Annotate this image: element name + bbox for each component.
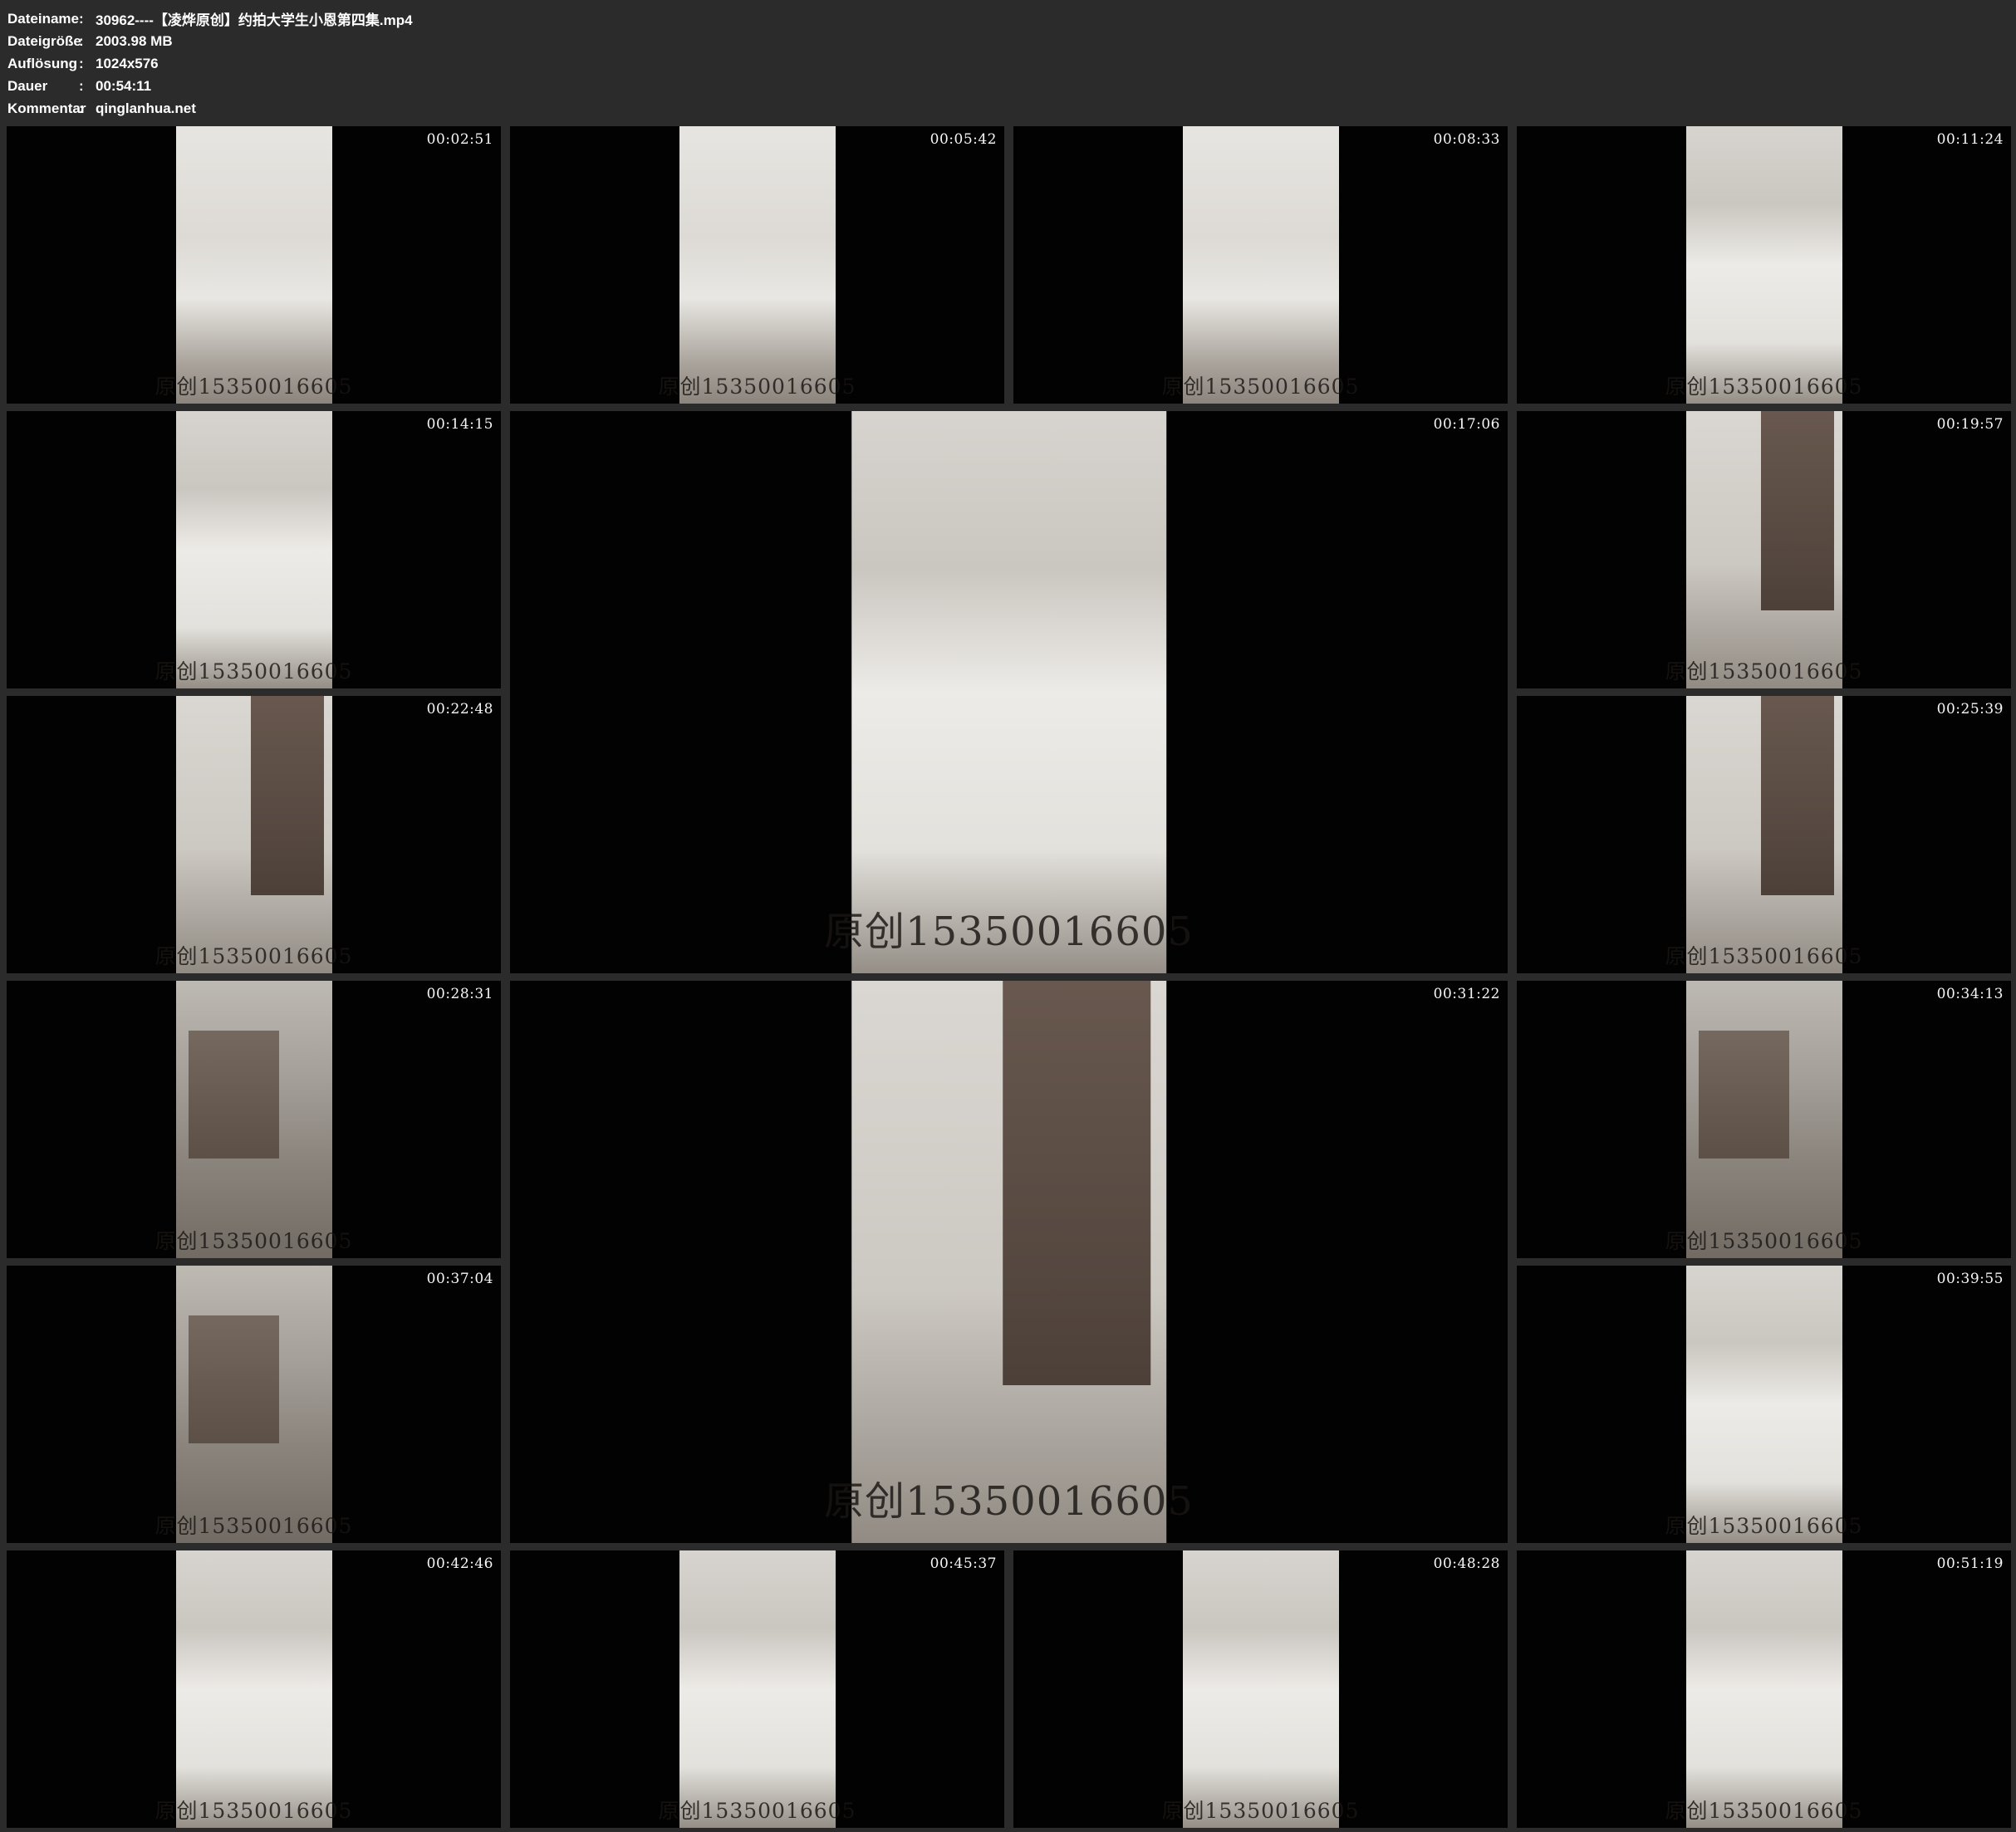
watermark-text: 原创15350016605 (1665, 1225, 1863, 1255)
video-frame-placeholder: 原创15350016605 (1685, 126, 1842, 404)
duration-label: Dauer (7, 78, 79, 95)
separator: : (79, 33, 96, 50)
video-thumbnail: 原创15350016605 00:42:46 (7, 1550, 501, 1828)
thumbnail-timestamp: 00:48:28 (1434, 1555, 1500, 1572)
video-frame-placeholder: 原创15350016605 (1685, 411, 1842, 688)
video-thumbnail: 原创15350016605 00:22:48 (7, 696, 501, 973)
watermark-text: 原创15350016605 (155, 1510, 353, 1540)
video-thumbnail: 原创15350016605 00:39:55 (1517, 1266, 2011, 1543)
file-info-row: Dateiname : 30962----【凌烨原创】约拍大学生小恩第四集.mp… (7, 7, 2016, 30)
video-frame-placeholder: 原创15350016605 (1685, 1266, 1842, 1543)
video-frame-placeholder: 原创15350016605 (1685, 696, 1842, 973)
video-thumbnail: 原创15350016605 00:37:04 (7, 1266, 501, 1543)
watermark-text: 原创15350016605 (659, 1795, 856, 1825)
video-thumbnail: 原创15350016605 00:14:15 (7, 411, 501, 688)
separator: : (79, 100, 96, 117)
video-frame-placeholder: 原创15350016605 (851, 411, 1167, 973)
file-size-value: 2003.98 MB (96, 33, 173, 50)
file-name-value: 30962----【凌烨原创】约拍大学生小恩第四集.mp4 (96, 8, 413, 29)
thumbnail-timestamp: 00:05:42 (930, 131, 997, 148)
watermark-text: 原创15350016605 (1162, 370, 1360, 400)
file-info-row: Auflösung : 1024x576 (7, 52, 2016, 75)
separator: : (79, 56, 96, 72)
video-frame-placeholder: 原创15350016605 (175, 696, 331, 973)
video-thumbnail: 原创15350016605 00:05:42 (510, 126, 1004, 404)
video-frame-placeholder: 原创15350016605 (679, 126, 835, 404)
video-frame-placeholder: 原创15350016605 (1182, 126, 1338, 404)
resolution-label: Auflösung (7, 56, 79, 72)
watermark-text: 原创15350016605 (155, 1225, 353, 1255)
watermark-text: 原创15350016605 (1665, 655, 1863, 685)
watermark-text: 原创15350016605 (1665, 940, 1863, 970)
thumbnail-grid: 原创15350016605 00:02:51 原创15350016605 00:… (7, 126, 2011, 1828)
thumbnail-timestamp: 00:11:24 (1937, 131, 2004, 148)
watermark-text: 原创15350016605 (659, 370, 856, 400)
video-thumbnail: 原创15350016605 00:08:33 (1013, 126, 1508, 404)
watermark-text: 原创15350016605 (1665, 370, 1863, 400)
file-info-row: Dauer : 00:54:11 (7, 75, 2016, 97)
separator: : (79, 11, 96, 27)
video-frame-placeholder: 原创15350016605 (175, 411, 331, 688)
video-frame-placeholder: 原创15350016605 (175, 1550, 331, 1828)
file-info-row: Dateigröße : 2003.98 MB (7, 30, 2016, 52)
video-frame-placeholder: 原创15350016605 (175, 1266, 331, 1543)
thumbnail-timestamp: 00:22:48 (427, 701, 493, 718)
watermark-text: 原创15350016605 (155, 655, 353, 685)
thumbnail-timestamp: 00:45:37 (930, 1555, 997, 1572)
thumbnail-timestamp: 00:25:39 (1937, 701, 2004, 718)
thumbnail-timestamp: 00:17:06 (1434, 416, 1500, 433)
thumbnail-timestamp: 00:08:33 (1434, 131, 1500, 148)
file-size-label: Dateigröße (7, 33, 79, 50)
video-thumbnail: 原创15350016605 00:19:57 (1517, 411, 2011, 688)
thumbnail-timestamp: 00:31:22 (1434, 986, 1500, 1002)
thumbnail-timestamp: 00:34:13 (1937, 986, 2004, 1002)
watermark-text: 原创15350016605 (824, 1468, 1194, 1526)
thumbnail-timestamp: 00:19:57 (1937, 416, 2004, 433)
watermark-text: 原创15350016605 (1665, 1510, 1863, 1540)
file-info-row: Kommentar : qinglanhua.net (7, 97, 2016, 120)
video-thumbnail: 原创15350016605 00:28:31 (7, 981, 501, 1258)
thumbnail-timestamp: 00:39:55 (1937, 1271, 2004, 1287)
watermark-text: 原创15350016605 (824, 899, 1194, 957)
file-name-label: Dateiname (7, 11, 79, 27)
comment-label: Kommentar (7, 100, 79, 117)
video-frame-placeholder: 原创15350016605 (1685, 981, 1842, 1258)
thumbnail-timestamp: 00:51:19 (1937, 1555, 2004, 1572)
video-thumbnail-large: 原创15350016605 00:31:22 (510, 981, 1508, 1543)
file-info-header: Dateiname : 30962----【凌烨原创】约拍大学生小恩第四集.mp… (0, 0, 2016, 126)
watermark-text: 原创15350016605 (155, 940, 353, 970)
video-frame-placeholder: 原创15350016605 (679, 1550, 835, 1828)
video-thumbnail: 原创15350016605 00:02:51 (7, 126, 501, 404)
video-frame-placeholder: 原创15350016605 (1182, 1550, 1338, 1828)
video-thumbnail: 原创15350016605 00:45:37 (510, 1550, 1004, 1828)
video-thumbnail: 原创15350016605 00:51:19 (1517, 1550, 2011, 1828)
video-thumbnail: 原创15350016605 00:34:13 (1517, 981, 2011, 1258)
comment-value: qinglanhua.net (96, 100, 196, 117)
video-thumbnail: 原创15350016605 00:48:28 (1013, 1550, 1508, 1828)
thumbnail-timestamp: 00:14:15 (427, 416, 493, 433)
thumbnail-timestamp: 00:37:04 (427, 1271, 493, 1287)
watermark-text: 原创15350016605 (1162, 1795, 1360, 1825)
video-frame-placeholder: 原创15350016605 (175, 981, 331, 1258)
video-thumbnail-large: 原创15350016605 00:17:06 (510, 411, 1508, 973)
watermark-text: 原创15350016605 (1665, 1795, 1863, 1825)
watermark-text: 原创15350016605 (155, 370, 353, 400)
video-thumbnail: 原创15350016605 00:11:24 (1517, 126, 2011, 404)
thumbnail-timestamp: 00:28:31 (427, 986, 493, 1002)
video-frame-placeholder: 原创15350016605 (175, 126, 331, 404)
resolution-value: 1024x576 (96, 56, 159, 72)
separator: : (79, 78, 96, 95)
video-frame-placeholder: 原创15350016605 (1685, 1550, 1842, 1828)
video-thumbnail: 原创15350016605 00:25:39 (1517, 696, 2011, 973)
thumbnail-timestamp: 00:02:51 (427, 131, 493, 148)
video-frame-placeholder: 原创15350016605 (851, 981, 1167, 1543)
thumbnail-timestamp: 00:42:46 (427, 1555, 493, 1572)
watermark-text: 原创15350016605 (155, 1795, 353, 1825)
duration-value: 00:54:11 (96, 78, 151, 95)
